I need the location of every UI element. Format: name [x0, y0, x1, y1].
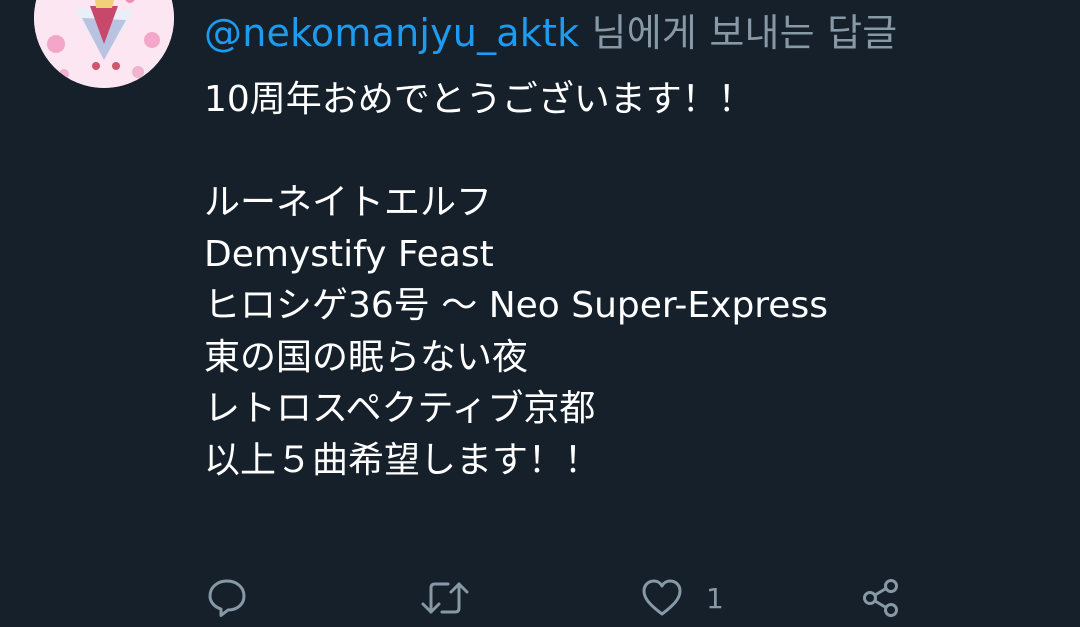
tweet-line-6: 東の国の眠らない夜	[204, 336, 529, 378]
tweet-line-8: 以上５曲希望します！！	[204, 439, 601, 481]
tweet-line-1: 10周年おめでとうございます！！	[204, 79, 754, 120]
action-bar: 1	[0, 574, 1080, 622]
reply-context: @nekomanjyu_aktk 님에게 보내는 답글	[204, 10, 897, 56]
tweet-line-3: ルーネイトエルフ	[204, 182, 493, 223]
reply-handle-link[interactable]: @nekomanjyu_aktk	[204, 11, 579, 55]
retweet-icon	[420, 577, 470, 619]
like-button[interactable]: 1	[640, 574, 724, 622]
tweet-text: 10周年おめでとうございます！！ ルーネイトエルフ Demystify Feas…	[204, 74, 1064, 486]
heart-icon	[640, 577, 684, 619]
reply-suffix: 님에게 보내는 답글	[579, 11, 898, 55]
tweet: @nekomanjyu_aktk 님에게 보내는 답글 10周年おめでとうござい…	[0, 0, 1080, 627]
avatar-image	[34, 0, 174, 88]
tweet-line-2	[204, 126, 1064, 178]
tweet-line-7: レトロスペクティブ京都	[204, 388, 596, 429]
retweet-button[interactable]	[420, 574, 470, 622]
reply-button[interactable]	[206, 574, 248, 622]
like-count: 1	[706, 581, 724, 615]
tweet-line-5: ヒロシゲ36号 ～ Neo Super-Express	[204, 285, 828, 326]
tweet-line-4: Demystify Feast	[204, 233, 494, 275]
share-icon	[860, 577, 902, 619]
avatar[interactable]	[34, 0, 174, 88]
comment-icon	[206, 577, 248, 619]
share-button[interactable]	[860, 574, 902, 622]
